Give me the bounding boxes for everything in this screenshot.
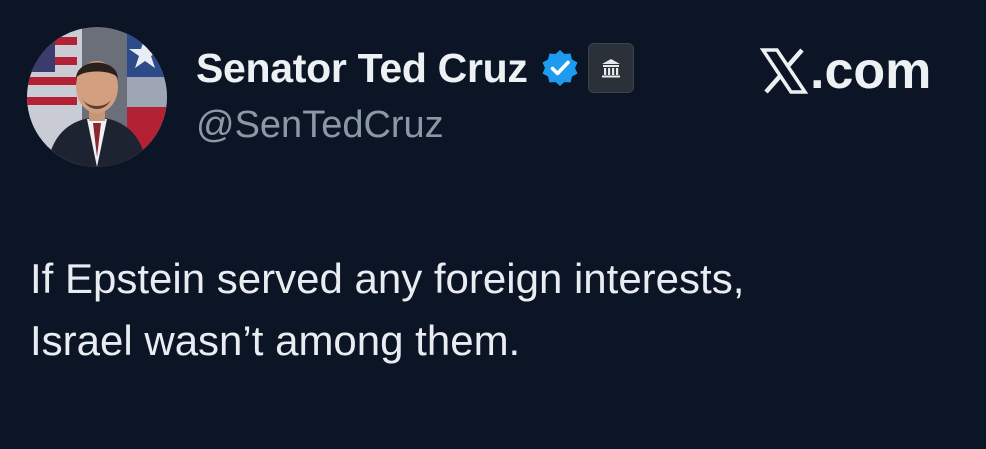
avatar-photo <box>27 27 167 167</box>
display-name[interactable]: Senator Ted Cruz <box>196 45 528 92</box>
x-brand-watermark: .com <box>760 40 931 102</box>
user-handle[interactable]: @SenTedCruz <box>196 104 444 147</box>
tweet-text: If Epstein served any foreign interests,… <box>30 255 745 364</box>
name-row: Senator Ted Cruz <box>196 40 634 96</box>
government-building-icon <box>587 43 634 93</box>
brand-suffix: .com <box>810 42 932 100</box>
x-logo-icon <box>760 48 808 94</box>
verified-badge-icon <box>540 48 580 88</box>
avatar[interactable] <box>27 27 167 167</box>
